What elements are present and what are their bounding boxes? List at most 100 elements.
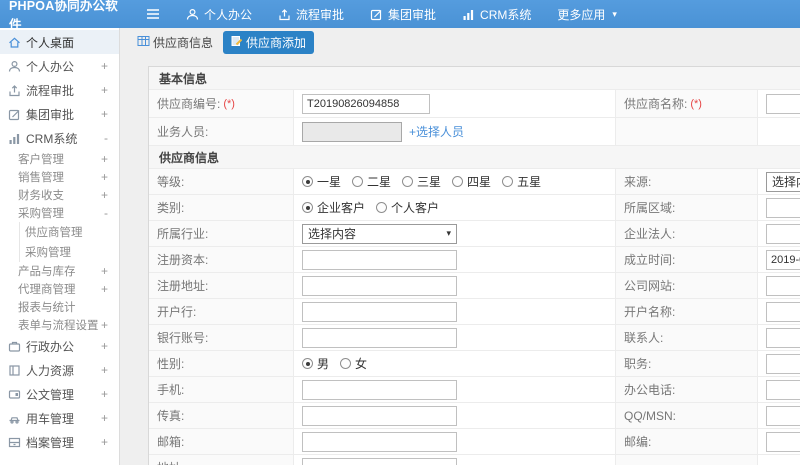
radio-level-2[interactable]: 二星 bbox=[352, 173, 391, 190]
sidebar-item-agent-mgmt[interactable]: 代理商管理 + bbox=[0, 280, 119, 298]
industry-label: 所属行业: bbox=[149, 221, 294, 247]
source-select[interactable]: 选择内容▾ bbox=[766, 171, 800, 192]
required-mark: (*) bbox=[690, 97, 702, 110]
sidebar-item-personal-office[interactable]: 个人办公 + bbox=[0, 54, 119, 78]
sidebar-item-vehicle-mgmt[interactable]: 用车管理 + bbox=[0, 406, 119, 430]
sidebar-item-reports-stats[interactable]: 报表与统计 bbox=[0, 298, 119, 316]
fax-label: 传真: bbox=[149, 403, 294, 429]
supplier-form: 基本信息 供应商编号:(*) 供应商名称:(*) 业务人员: bbox=[149, 67, 800, 465]
radio-company-customer[interactable]: 企业客户 bbox=[302, 199, 365, 216]
sidebar-item-supplier-mgmt[interactable]: 供应商管理 bbox=[0, 222, 119, 242]
office-phone-label: 办公电话: bbox=[616, 377, 758, 403]
email-input[interactable] bbox=[302, 431, 457, 452]
category-label: 类别: bbox=[149, 195, 294, 221]
user-icon bbox=[8, 60, 21, 73]
radio-level-3[interactable]: 三星 bbox=[402, 173, 441, 190]
app-window: PHPOA协同办公软件 个人办公 流程审批 集团审批 CRM系统 更多应用 ▾ … bbox=[0, 0, 800, 465]
reg-address-input[interactable] bbox=[302, 275, 457, 296]
level-label: 等级: bbox=[149, 169, 294, 195]
radio-selected-icon bbox=[302, 202, 313, 213]
contact-input[interactable] bbox=[766, 327, 800, 348]
zip-input[interactable] bbox=[766, 431, 800, 452]
account-name-input[interactable] bbox=[766, 301, 800, 322]
legal-person-input[interactable] bbox=[766, 223, 800, 244]
tab-label: 供应商添加 bbox=[246, 35, 307, 50]
radio-female[interactable]: 女 bbox=[340, 355, 367, 372]
website-input[interactable] bbox=[766, 275, 800, 296]
nav-item-crm[interactable]: CRM系统 bbox=[462, 6, 531, 23]
sidebar-item-personal-desktop[interactable]: 个人桌面 bbox=[0, 30, 119, 54]
sidebar-item-workflow-approval[interactable]: 流程审批 + bbox=[0, 78, 119, 102]
tab-supplier-info[interactable]: 供应商信息 bbox=[133, 31, 217, 54]
edit-icon bbox=[8, 108, 21, 121]
bank-input[interactable] bbox=[302, 301, 457, 322]
radio-icon bbox=[376, 202, 388, 213]
nav-label: CRM系统 bbox=[480, 7, 532, 22]
sidebar-item-admin-office[interactable]: 行政办公 + bbox=[0, 334, 119, 358]
source-label: 来源: bbox=[616, 169, 758, 195]
bank-account-input[interactable] bbox=[302, 327, 457, 348]
car-icon bbox=[8, 412, 21, 425]
user-icon bbox=[186, 8, 199, 21]
radio-level-5[interactable]: 五星 bbox=[502, 173, 541, 190]
radio-level-1[interactable]: 一星 bbox=[302, 173, 341, 190]
nav-item-group-approval[interactable]: 集团审批 bbox=[370, 6, 436, 23]
nav-label: 更多应用 bbox=[557, 7, 606, 22]
sidebar-item-sales-mgmt[interactable]: 销售管理 + bbox=[0, 168, 119, 186]
sidebar-item-archive-mgmt[interactable]: 档案管理 + bbox=[0, 430, 119, 454]
required-mark: (*) bbox=[223, 97, 235, 110]
sidebar-item-form-flow-settings[interactable]: 表单与流程设置 + bbox=[0, 316, 119, 334]
founded-date-label: 成立时间: bbox=[616, 247, 758, 273]
radio-icon bbox=[340, 358, 352, 369]
sidebar-item-finance[interactable]: 财务收支 + bbox=[0, 186, 119, 204]
sidebar-item-product-inventory[interactable]: 产品与库存 + bbox=[0, 262, 119, 280]
job-title-label: 职务: bbox=[616, 351, 758, 377]
region-label: 所属区域: bbox=[616, 195, 758, 221]
industry-select[interactable]: 选择内容 ▾ bbox=[302, 223, 457, 244]
staff-input[interactable] bbox=[302, 121, 402, 142]
radio-male[interactable]: 男 bbox=[302, 355, 329, 372]
book-icon bbox=[8, 364, 21, 377]
flow-icon bbox=[8, 84, 21, 97]
sidebar-item-purchase-mgmt[interactable]: 采购管理 - bbox=[0, 204, 119, 222]
sidebar-item-document-mgmt[interactable]: 公文管理 + bbox=[0, 382, 119, 406]
supplier-name-input[interactable] bbox=[766, 93, 800, 114]
supplier-code-input[interactable] bbox=[302, 93, 430, 114]
tab-supplier-add[interactable]: 供应商添加 bbox=[223, 30, 315, 54]
region-input[interactable] bbox=[766, 197, 800, 218]
tab-strip: 供应商信息 供应商添加 bbox=[120, 28, 800, 56]
caret-down-icon: ▾ bbox=[446, 228, 451, 238]
mobile-label: 手机: bbox=[149, 377, 294, 403]
nav-label: 个人办公 bbox=[204, 7, 253, 22]
reg-capital-input[interactable] bbox=[302, 249, 457, 270]
nav-item-more-apps[interactable]: 更多应用 ▾ bbox=[557, 6, 617, 23]
sidebar-item-group-approval[interactable]: 集团审批 + bbox=[0, 102, 119, 126]
bank-label: 开户行: bbox=[149, 299, 294, 325]
address-input[interactable] bbox=[302, 457, 457, 465]
section-basic-info: 基本信息 bbox=[149, 67, 800, 90]
mobile-input[interactable] bbox=[302, 379, 457, 400]
founded-date-input[interactable] bbox=[766, 249, 800, 270]
reg-capital-label: 注册资本: bbox=[149, 247, 294, 273]
radio-selected-icon bbox=[302, 358, 313, 369]
sidebar-item-purchasing[interactable]: 采购管理 bbox=[0, 242, 119, 262]
sidebar-item-hr[interactable]: 人力资源 + bbox=[0, 358, 119, 382]
section-supplier-info: 供应商信息 bbox=[149, 146, 800, 169]
choose-staff-link[interactable]: +选择人员 bbox=[409, 123, 464, 140]
supplier-name-label: 供应商名称: (*) bbox=[616, 90, 758, 118]
radio-icon bbox=[452, 176, 464, 187]
hamburger-menu-icon[interactable] bbox=[146, 8, 160, 20]
sidebar-item-customer-mgmt[interactable]: 客户管理 + bbox=[0, 150, 119, 168]
nav-item-workflow-approval[interactable]: 流程审批 bbox=[278, 6, 344, 23]
sidebar-item-crm-system[interactable]: CRM系统 - bbox=[0, 126, 119, 150]
radio-level-4[interactable]: 四星 bbox=[452, 173, 491, 190]
nav-item-personal-office[interactable]: 个人办公 bbox=[186, 6, 252, 23]
fax-input[interactable] bbox=[302, 405, 457, 426]
office-phone-input[interactable] bbox=[766, 379, 800, 400]
level-radio-group: 一星 二星 三星 四星 五星 bbox=[302, 173, 541, 190]
radio-personal-customer[interactable]: 个人客户 bbox=[376, 199, 439, 216]
top-navbar: PHPOA协同办公软件 个人办公 流程审批 集团审批 CRM系统 更多应用 ▾ bbox=[0, 0, 800, 32]
job-title-input[interactable] bbox=[766, 353, 800, 374]
radio-selected-icon bbox=[302, 176, 313, 187]
qq-msn-input[interactable] bbox=[766, 405, 800, 426]
